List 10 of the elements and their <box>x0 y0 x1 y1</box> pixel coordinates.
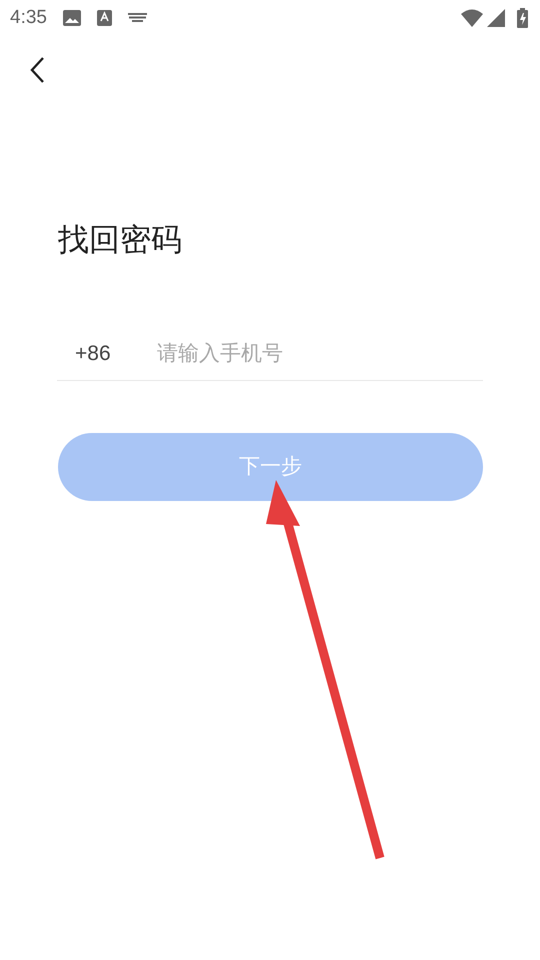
keyboard-icon <box>128 13 147 23</box>
image-icon <box>62 10 81 26</box>
country-code[interactable]: +86 <box>57 338 157 370</box>
battery-icon <box>517 8 528 28</box>
text-icon <box>96 10 112 26</box>
signal-icon <box>487 9 505 27</box>
phone-field[interactable]: +86 请输入手机号 <box>57 327 483 382</box>
wifi-icon <box>461 9 483 27</box>
status-time: 4:35 <box>10 6 47 30</box>
page-title: 找回密码 <box>58 222 183 260</box>
